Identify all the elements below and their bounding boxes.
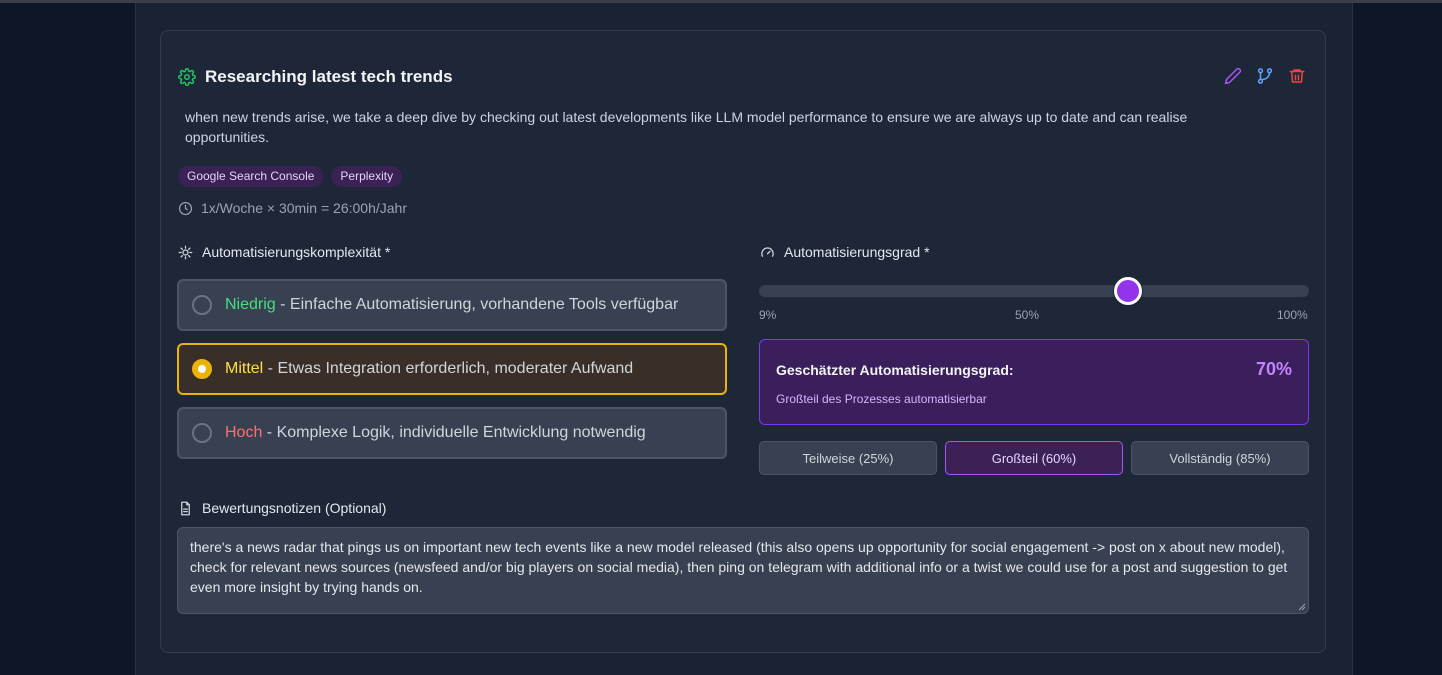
automation-slider-track[interactable] [759,285,1309,297]
preset-full-button[interactable]: Vollständig (85%) [1131,441,1309,475]
description-mid: Etwas Integration erforderlich, moderate… [277,360,634,377]
tag-perplexity: Perplexity [331,166,403,187]
complexity-option-low[interactable]: Niedrig - Einfache Automatisierung, vorh… [177,279,727,331]
pencil-icon[interactable] [1224,67,1242,85]
tick-mid: 50% [1015,308,1040,322]
complexity-label-text: Automatisierungskomplexität * [202,244,391,260]
tool-tags: Google Search Console Perplexity [178,166,403,187]
complexity-option-high[interactable]: Hoch - Komplexe Logik, individuelle Entw… [177,407,727,459]
trash-icon[interactable] [1288,67,1306,85]
file-text-icon [181,501,190,515]
level-low: Niedrig [225,296,276,313]
level-mid: Mittel [225,360,264,377]
separator: - [263,360,278,377]
task-title: Researching latest tech trends [205,67,453,86]
complexity-label: Automatisierungskomplexität * [178,244,390,260]
complexity-option-high-text: Hoch - Komplexe Logik, individuelle Entw… [225,424,646,442]
task-header: Researching latest tech trends [178,64,453,90]
description-high: Komplexe Logik, individuelle Entwicklung… [276,424,646,441]
clock-icon [178,201,193,215]
tag-google-search-console: Google Search Console [178,166,324,187]
notes-text: there's a news radar that pings us on im… [190,539,1288,595]
gauge-icon [761,246,774,257]
automation-label: Automatisierungsgrad * [760,244,930,260]
notes-textarea[interactable]: there's a news radar that pings us on im… [177,527,1309,614]
radio-high[interactable] [192,423,212,443]
estimate-value: 70% [1255,359,1292,379]
notes-label: Bewertungsnotizen (Optional) [178,500,386,516]
task-description: when new trends arise, we take a deep di… [185,109,1188,145]
gear-icon [178,68,196,86]
complexity-option-mid[interactable]: Mittel - Etwas Integration erforderlich,… [177,343,727,395]
git-branch-icon[interactable] [1256,67,1274,85]
estimate-title: Geschätzter Automatisierungsgrad: [776,362,1014,378]
tick-min: 9% [759,308,777,322]
automation-slider-thumb[interactable] [1113,277,1142,305]
complexity-option-mid-text: Mittel - Etwas Integration erforderlich,… [225,360,633,378]
resize-handle-icon[interactable] [1298,603,1306,611]
radio-mid[interactable] [192,359,212,379]
tick-max: 100% [1277,308,1308,322]
time-summary: 1x/Woche × 30min = 26:00h/Jahr [178,200,407,216]
estimate-subtitle: Großteil des Prozesses automatisierbar [776,392,987,406]
preset-majority-button[interactable]: Großteil (60%) [945,441,1123,475]
radio-low[interactable] [192,295,212,315]
preset-partial-button[interactable]: Teilweise (25%) [759,441,937,475]
complexity-option-low-text: Niedrig - Einfache Automatisierung, vorh… [225,296,678,314]
time-summary-text: 1x/Woche × 30min = 26:00h/Jahr [201,200,407,216]
task-actions [1224,67,1306,85]
separator: - [262,424,277,441]
description-low: Einfache Automatisierung, vorhandene Too… [289,296,679,313]
automation-label-text: Automatisierungsgrad * [784,244,930,260]
level-high: Hoch [225,424,263,441]
cog-icon [178,245,193,259]
notes-label-text: Bewertungsnotizen (Optional) [202,500,387,516]
estimate-box: Geschätzter Automatisierungsgrad: 70% Gr… [759,339,1309,425]
separator: - [275,296,290,313]
